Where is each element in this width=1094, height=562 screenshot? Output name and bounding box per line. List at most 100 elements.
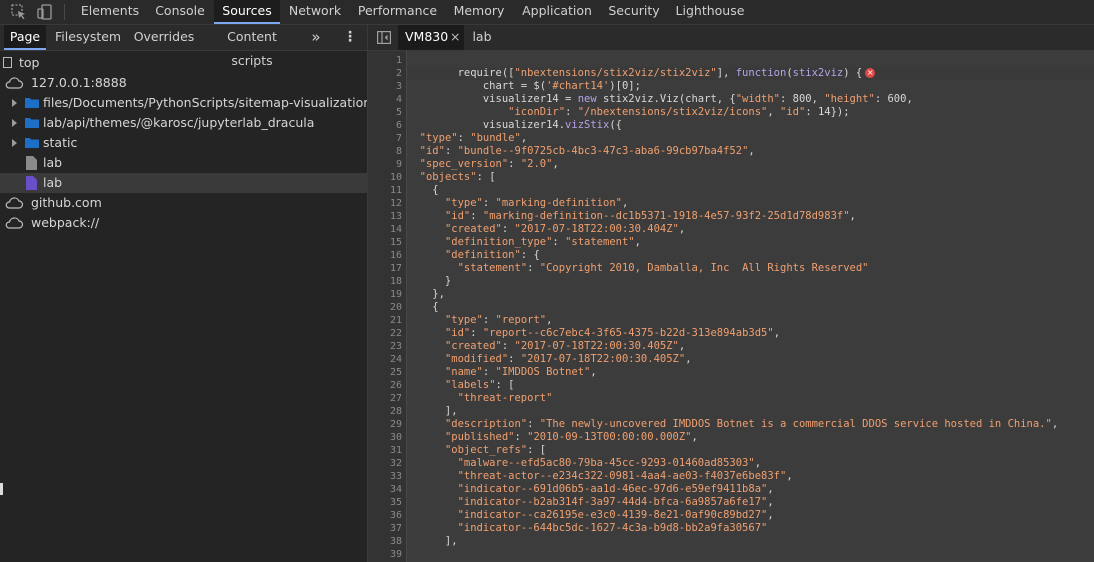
folder-icon <box>25 98 39 108</box>
code-line: "objects": [ <box>419 171 496 183</box>
code-line: require(["nbextensions/stix2viz/stix2viz… <box>407 67 1094 80</box>
tab-sources[interactable]: Sources <box>214 0 280 24</box>
tab-page[interactable]: Page <box>4 25 46 50</box>
line-number[interactable]: 13 <box>368 210 402 223</box>
more-tabs-icon[interactable]: » <box>306 25 326 50</box>
expand-arrow-icon[interactable] <box>12 99 17 107</box>
line-number[interactable]: 32 <box>368 457 402 470</box>
code-line: } <box>407 275 452 287</box>
line-number[interactable]: 10 <box>368 171 402 184</box>
inspect-element-icon[interactable] <box>10 3 28 21</box>
tab-content-scripts[interactable]: Content scripts <box>206 25 298 68</box>
line-number[interactable]: 23 <box>368 340 402 353</box>
code-line: "threat-actor--e234c322-0981-4aa4-ae03-f… <box>457 470 793 482</box>
line-number[interactable]: 27 <box>368 392 402 405</box>
code-line: "indicator--644bc5dc-1627-4c3a-b9d8-bb2a… <box>457 522 768 534</box>
expand-arrow-icon[interactable] <box>12 139 17 147</box>
editor-tab-vm830[interactable]: VM830 × <box>398 25 464 50</box>
line-number[interactable]: 26 <box>368 379 402 392</box>
line-number[interactable]: 24 <box>368 353 402 366</box>
editor-tab-lab[interactable]: lab <box>466 25 498 50</box>
tree-item-folder-files[interactable]: files/Documents/PythonScripts/sitemap-vi… <box>0 93 367 113</box>
tab-memory[interactable]: Memory <box>450 0 508 24</box>
line-number[interactable]: 36 <box>368 509 402 522</box>
code-line: chart = $('#chart14')[0]; <box>407 80 641 92</box>
line-number[interactable]: 31 <box>368 444 402 457</box>
code-line: }, <box>407 288 445 300</box>
code-line: "statement": "Copyright 2010, Damballa, … <box>457 262 869 274</box>
line-number[interactable]: 18 <box>368 275 402 288</box>
tree-item-folder-static[interactable]: static <box>0 133 367 153</box>
navigator-menu-icon[interactable]: ⋮ <box>340 25 360 50</box>
line-number[interactable]: 22 <box>368 327 402 340</box>
tree-item-origin-webpack[interactable]: webpack:// <box>0 213 367 233</box>
tab-performance[interactable]: Performance <box>354 0 441 24</box>
error-icon[interactable]: × <box>865 68 876 78</box>
line-number[interactable]: 20 <box>368 301 402 314</box>
code-line: "id": "report--c6c7ebc4-3f65-4375-b22d-3… <box>444 327 781 339</box>
line-number[interactable]: 39 <box>368 548 402 561</box>
tab-security[interactable]: Security <box>604 0 664 24</box>
line-number[interactable]: 38 <box>368 535 402 548</box>
line-number[interactable]: 37 <box>368 522 402 535</box>
cloud-icon <box>5 77 24 89</box>
code-line: "modified": "2017-07-18T22:00:30.405Z", <box>444 353 692 365</box>
tree-item-origin-localhost[interactable]: 127.0.0.1:8888 <box>0 73 367 93</box>
device-toolbar-icon[interactable] <box>36 3 54 21</box>
tree-item-top[interactable]: top <box>0 53 367 73</box>
line-number[interactable]: 34 <box>368 483 402 496</box>
line-number[interactable]: 2 <box>368 67 402 80</box>
line-number[interactable]: 7 <box>368 132 402 145</box>
tab-lighthouse[interactable]: Lighthouse <box>674 0 746 24</box>
line-number[interactable]: 11 <box>368 184 402 197</box>
code-line: "description": "The newly-uncovered IMDD… <box>444 418 1059 430</box>
line-number[interactable]: 16 <box>368 249 402 262</box>
code-line: "type": "marking-definition", <box>444 197 629 209</box>
toolbar-divider <box>64 4 65 20</box>
close-icon[interactable]: × <box>450 25 460 49</box>
code-line: ], <box>407 535 458 547</box>
line-number[interactable]: 4 <box>368 93 402 106</box>
tab-network[interactable]: Network <box>283 0 347 24</box>
tab-elements[interactable]: Elements <box>74 0 146 24</box>
line-number[interactable]: 14 <box>368 223 402 236</box>
resize-handle[interactable] <box>0 483 3 495</box>
line-number[interactable]: 9 <box>368 158 402 171</box>
code-line: visualizer14.vizStix({ <box>407 119 622 131</box>
document-icon <box>26 176 37 190</box>
line-number[interactable]: 12 <box>368 197 402 210</box>
tree-item-file-lab[interactable]: lab <box>0 153 367 173</box>
tree-item-file-lab-selected[interactable]: lab <box>0 173 367 193</box>
line-number[interactable]: 3 <box>368 80 402 93</box>
line-number[interactable]: 28 <box>368 405 402 418</box>
line-number[interactable]: 6 <box>368 119 402 132</box>
line-number[interactable]: 1 <box>368 54 402 67</box>
code-area[interactable]: require(["nbextensions/stix2viz/stix2viz… <box>407 51 1094 562</box>
line-number-gutter: 1 2 3 4 5 6 7 8 9 10 11 12 13 14 15 16 17 18 19 20 21 22 23 24 2… <box>368 51 407 562</box>
line-number[interactable]: 33 <box>368 470 402 483</box>
tree-item-origin-github[interactable]: github.com <box>0 193 367 213</box>
line-number[interactable]: 30 <box>368 431 402 444</box>
line-number[interactable]: 29 <box>368 418 402 431</box>
line-number[interactable]: 17 <box>368 262 402 275</box>
tab-application[interactable]: Application <box>518 0 596 24</box>
tab-filesystem[interactable]: Filesystem <box>55 25 121 50</box>
code-line: "indicator--ca26195e-e3c0-4139-8e21-0af9… <box>457 509 774 521</box>
code-line: visualizer14 = new stix2viz.Viz(chart, {… <box>407 93 913 105</box>
tree-item-label: lab <box>43 155 63 170</box>
line-number[interactable]: 35 <box>368 496 402 509</box>
sidebar-toggle-icon[interactable] <box>377 31 391 44</box>
tab-console[interactable]: Console <box>149 0 211 24</box>
tab-overrides[interactable]: Overrides <box>132 25 196 50</box>
tree-item-folder-lab-api[interactable]: lab/api/themes/@karosc/jupyterlab_dracul… <box>0 113 367 133</box>
code-line: "definition_type": "statement", <box>444 236 641 248</box>
folder-icon <box>25 118 39 128</box>
code-line: "labels": [ <box>444 379 515 391</box>
expand-arrow-icon[interactable] <box>12 119 17 127</box>
line-number[interactable]: 19 <box>368 288 402 301</box>
line-number[interactable]: 5 <box>368 106 402 119</box>
line-number[interactable]: 25 <box>368 366 402 379</box>
line-number[interactable]: 15 <box>368 236 402 249</box>
line-number[interactable]: 21 <box>368 314 402 327</box>
line-number[interactable]: 8 <box>368 145 402 158</box>
